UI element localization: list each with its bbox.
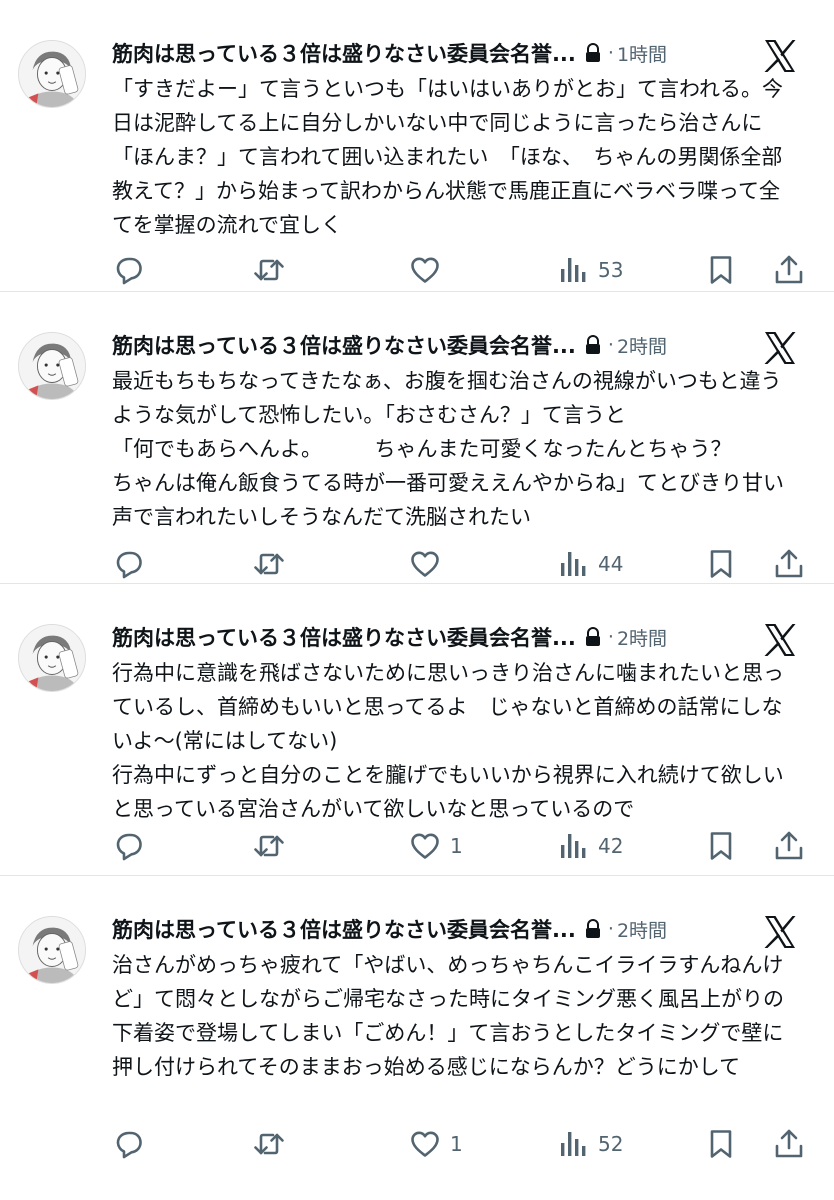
avatar[interactable]	[18, 624, 86, 692]
action-bar: 53	[112, 252, 810, 288]
x-logo-icon	[762, 330, 798, 366]
tweet-text: 「すきだよー」て言うといつも「はいはいありがとお」て言われる。今日は泥酔してる上…	[112, 77, 783, 237]
bookmark-icon	[710, 832, 732, 860]
like-icon	[411, 551, 439, 577]
views-button[interactable]: 52	[556, 1126, 623, 1162]
bookmark-icon	[710, 1130, 732, 1158]
share-button[interactable]	[772, 252, 806, 288]
retweet-icon	[254, 553, 284, 575]
tweet-text: 治さんがめっちゃ疲れて「やばい、めっちゃちんこイライラすんねんけど」て悶々としな…	[112, 953, 784, 1079]
action-bar: 1 42	[112, 828, 810, 864]
lock-icon	[584, 627, 602, 647]
view-count: 53	[598, 258, 624, 282]
share-button[interactable]	[772, 546, 806, 582]
header-separator: ·	[607, 918, 614, 940]
author-name[interactable]: 筋肉は思っている３倍は盛りなさい委員会名誉...	[112, 330, 576, 360]
tweet-header: 筋肉は思っている３倍は盛りなさい委員会名誉... · 2時間	[112, 622, 734, 652]
retweet-button[interactable]	[252, 546, 286, 582]
reply-button[interactable]	[112, 1126, 146, 1162]
tweet[interactable]: 筋肉は思っている３倍は盛りなさい委員会名誉... · 1時間 「すきだよー」て言…	[0, 0, 834, 292]
retweet-button[interactable]	[252, 828, 286, 864]
views-icon	[561, 834, 586, 858]
reply-button[interactable]	[112, 546, 146, 582]
timestamp[interactable]: 2時間	[617, 916, 667, 943]
reply-button[interactable]	[112, 828, 146, 864]
timestamp[interactable]: 2時間	[617, 624, 667, 651]
reply-icon	[116, 833, 142, 861]
tweet[interactable]: 筋肉は思っている３倍は盛りなさい委員会名誉... · 2時間 行為中に意識を飛ば…	[0, 584, 834, 876]
bookmark-button[interactable]	[704, 828, 738, 864]
action-bar: 44	[112, 546, 810, 582]
reply-icon	[116, 1131, 142, 1159]
lock-icon	[584, 335, 602, 355]
avatar[interactable]	[18, 40, 86, 108]
tweet[interactable]: 筋肉は思っている３倍は盛りなさい委員会名誉... · 2時間 治さんがめっちゃ疲…	[0, 876, 834, 1200]
reply-icon	[116, 551, 142, 579]
x-logo-icon	[762, 38, 798, 74]
tweet-header: 筋肉は思っている３倍は盛りなさい委員会名誉... · 2時間	[112, 330, 734, 360]
x-logo-icon	[762, 914, 798, 950]
share-button[interactable]	[772, 1126, 806, 1162]
bookmark-button[interactable]	[704, 1126, 738, 1162]
tweet-text: 最近もちもちなってきたなぁ、お腹を掴む治さんの視線がいつもと違うような気がして恐…	[112, 369, 784, 529]
views-icon	[561, 1132, 586, 1156]
retweet-icon	[254, 1133, 284, 1155]
avatar[interactable]	[18, 332, 86, 400]
views-button[interactable]: 42	[556, 828, 623, 864]
share-icon	[775, 255, 803, 284]
header-separator: ·	[607, 626, 614, 648]
like-count: 1	[450, 1132, 463, 1156]
timestamp[interactable]: 1時間	[617, 40, 667, 67]
timestamp[interactable]: 2時間	[617, 332, 667, 359]
views-button[interactable]: 44	[556, 546, 623, 582]
views-icon	[561, 258, 586, 282]
lock-icon	[584, 919, 602, 939]
retweet-icon	[254, 835, 284, 857]
view-count: 44	[598, 552, 624, 576]
share-icon	[775, 549, 803, 578]
retweet-icon	[254, 259, 284, 281]
author-name[interactable]: 筋肉は思っている３倍は盛りなさい委員会名誉...	[112, 622, 576, 652]
like-icon	[411, 257, 439, 283]
view-count: 42	[598, 834, 624, 858]
views-button[interactable]: 53	[556, 252, 623, 288]
tweet[interactable]: 筋肉は思っている３倍は盛りなさい委員会名誉... · 2時間 最近もちもちなって…	[0, 292, 834, 584]
header-separator: ·	[607, 334, 614, 356]
author-name[interactable]: 筋肉は思っている３倍は盛りなさい委員会名誉...	[112, 914, 576, 944]
header-separator: ·	[607, 42, 614, 64]
bookmark-button[interactable]	[704, 252, 738, 288]
tweet-header: 筋肉は思っている３倍は盛りなさい委員会名誉... · 2時間	[112, 914, 734, 944]
like-icon	[411, 1131, 439, 1157]
bookmark-icon	[710, 550, 732, 578]
share-button[interactable]	[772, 828, 806, 864]
like-button[interactable]	[408, 252, 450, 288]
lock-icon	[584, 43, 602, 63]
like-button[interactable]: 1	[408, 1126, 463, 1162]
like-button[interactable]	[408, 546, 450, 582]
bookmark-icon	[710, 256, 732, 284]
view-count: 52	[598, 1132, 624, 1156]
author-name[interactable]: 筋肉は思っている３倍は盛りなさい委員会名誉...	[112, 38, 576, 68]
bookmark-button[interactable]	[704, 546, 738, 582]
reply-button[interactable]	[112, 252, 146, 288]
like-icon	[411, 833, 439, 859]
share-icon	[775, 1129, 803, 1158]
retweet-button[interactable]	[252, 252, 286, 288]
like-button[interactable]: 1	[408, 828, 463, 864]
tweet-header: 筋肉は思っている３倍は盛りなさい委員会名誉... · 1時間	[112, 38, 734, 68]
share-icon	[775, 831, 803, 860]
action-bar: 1 52	[112, 1126, 810, 1162]
tweet-text: 行為中に意識を飛ばさないために思いっきり治さんに噛まれたいと思っているし、首締め…	[112, 661, 784, 821]
avatar[interactable]	[18, 916, 86, 984]
reply-icon	[116, 257, 142, 285]
like-count: 1	[450, 834, 463, 858]
x-logo-icon	[762, 622, 798, 658]
views-icon	[561, 552, 586, 576]
retweet-button[interactable]	[252, 1126, 286, 1162]
